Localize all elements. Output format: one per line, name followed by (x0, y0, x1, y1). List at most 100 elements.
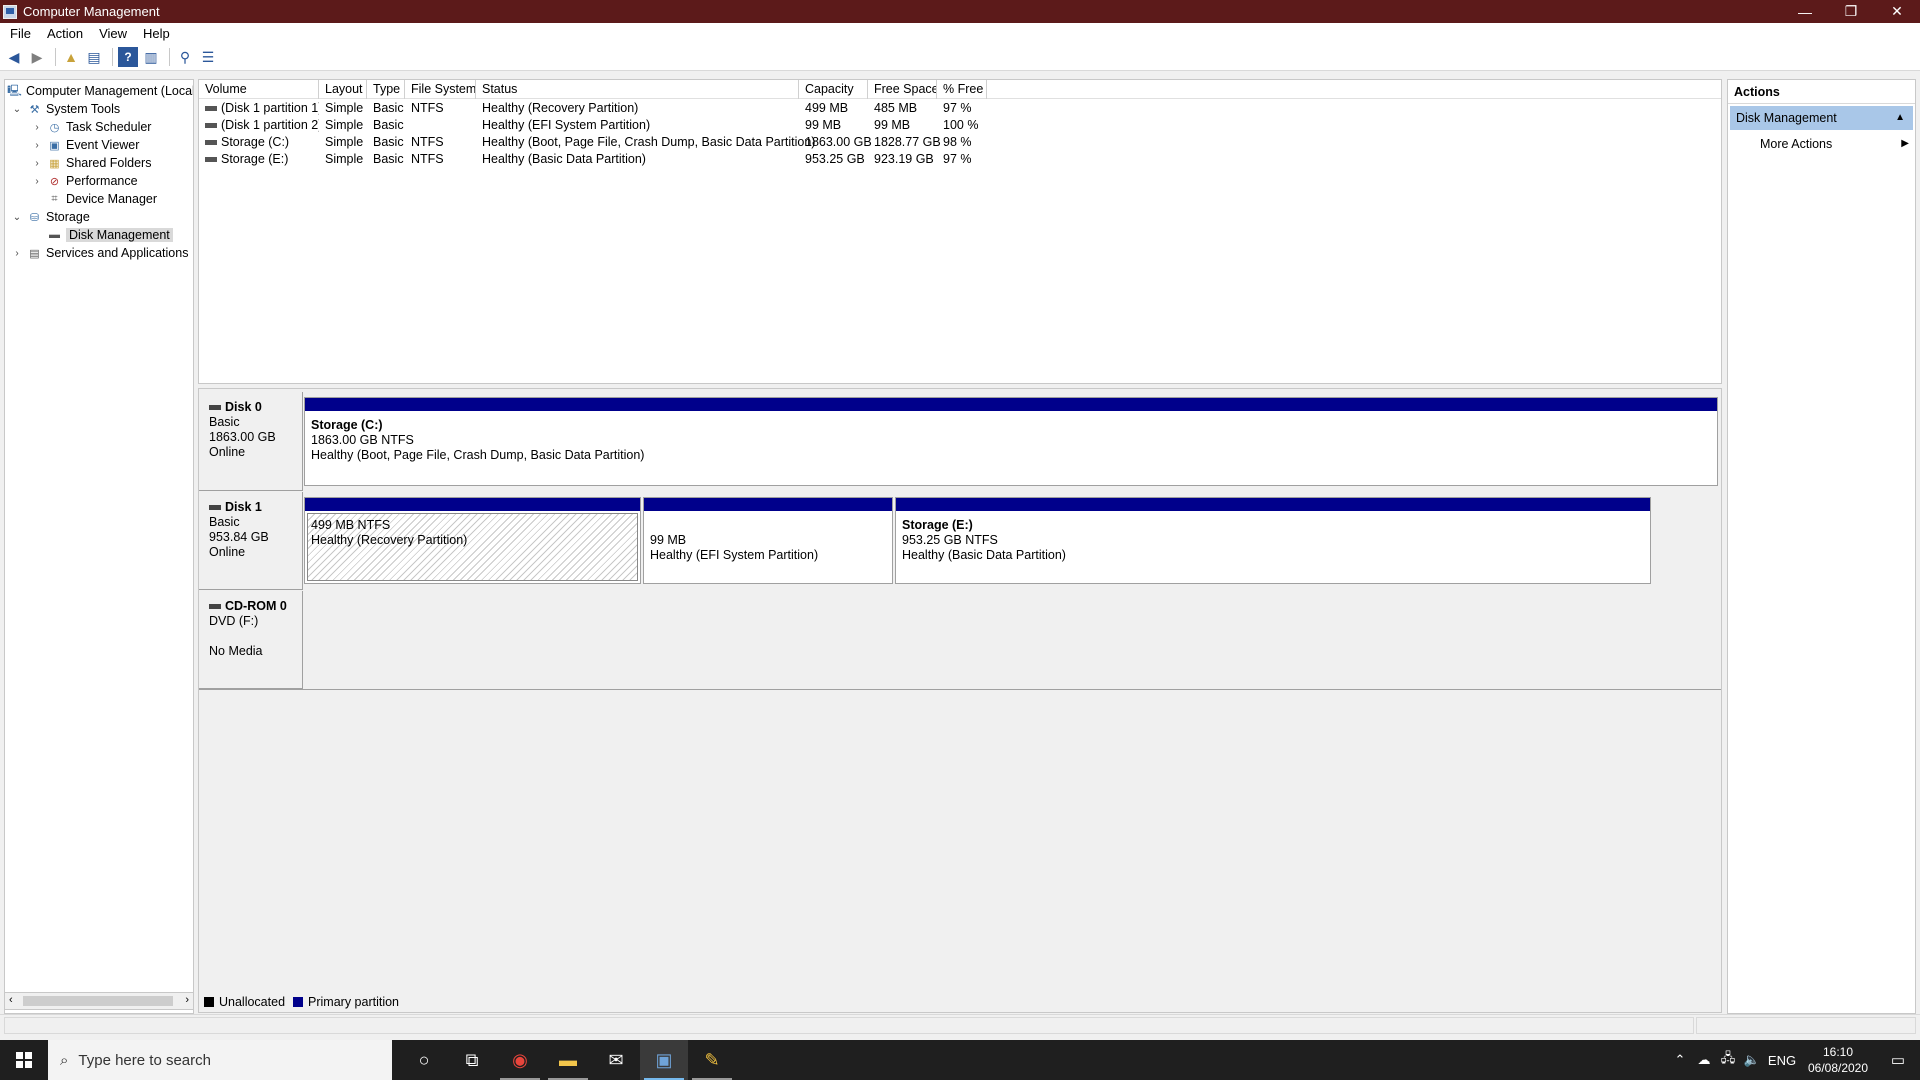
toolbar: ◀ ▶ ▲ ▤ ? ▥ ⚲ ☰ (0, 44, 1920, 71)
paint-taskbar-icon[interactable]: ✎ (688, 1040, 736, 1080)
expand-chevron-icon[interactable]: › (31, 122, 43, 133)
scroll-thumb[interactable] (23, 996, 173, 1006)
disk-0-label[interactable]: Disk 0 Basic 1863.00 GB Online (199, 392, 303, 491)
disk-name: Disk 1 (225, 500, 262, 514)
disk-name: Disk 0 (225, 400, 262, 414)
column-header-layout[interactable]: Layout (319, 80, 367, 99)
table-row[interactable]: Storage (C:) Simple Basic NTFS Healthy (… (199, 134, 1721, 151)
close-button[interactable]: ✕ (1874, 0, 1920, 23)
column-header-percent-free[interactable]: % Free (937, 80, 987, 99)
computer-management-taskbar-icon[interactable]: ▣ (640, 1040, 688, 1080)
onedrive-cloud-icon[interactable]: ☁ (1692, 1052, 1716, 1068)
collapse-chevron-icon[interactable]: ⌄ (11, 212, 23, 223)
partition-storage-e[interactable]: Storage (E:) 953.25 GB NTFS Healthy (Bas… (895, 497, 1651, 584)
cortana-button[interactable]: ○ (400, 1040, 448, 1080)
tree-item-device-manager[interactable]: ⌗ Device Manager (47, 190, 157, 208)
notification-center-icon[interactable]: ▭ (1876, 1051, 1920, 1069)
search-icon: ⌕ (60, 1051, 69, 1069)
column-header-free-space[interactable]: Free Space (868, 80, 937, 99)
volume-icon[interactable]: 🔈 (1740, 1052, 1764, 1068)
scroll-right-icon[interactable]: › (185, 994, 189, 1006)
table-row[interactable]: (Disk 1 partition 2) Simple Basic Health… (199, 117, 1721, 134)
forward-arrow-icon[interactable]: ▶ (27, 47, 47, 67)
actions-section-disk-management[interactable]: Disk Management ▲ (1730, 106, 1913, 130)
disk-icon (209, 505, 221, 510)
collapse-chevron-icon[interactable]: ⌄ (11, 104, 23, 115)
connect-icon[interactable]: ⚲ (175, 47, 195, 67)
cell-volume: Storage (E:) (199, 151, 319, 168)
tree-item-event-viewer[interactable]: › ▣ Event Viewer (31, 136, 139, 154)
taskbar-search-box[interactable]: ⌕ Type here to search (48, 1040, 392, 1080)
title-bar: Computer Management — ❐ ✕ (0, 0, 1920, 23)
tree-horizontal-scrollbar[interactable]: ‹ › (4, 992, 194, 1010)
tree-item-storage[interactable]: ⌄ ⛁ Storage (11, 208, 90, 226)
partition-recovery[interactable]: 499 MB NTFS Healthy (Recovery Partition) (304, 497, 641, 584)
tree-item-performance[interactable]: › ⊘ Performance (31, 172, 137, 190)
scroll-left-icon[interactable]: ‹ (9, 994, 13, 1006)
partition-status: Healthy (Recovery Partition) (311, 533, 468, 547)
show-hide-action-pane-icon[interactable]: ▥ (141, 47, 161, 67)
input-language[interactable]: ENG (1764, 1053, 1800, 1068)
partition-storage-c[interactable]: Storage (C:) 1863.00 GB NTFS Healthy (Bo… (304, 397, 1718, 486)
network-icon[interactable]: 🖧 (1716, 1049, 1740, 1071)
menu-action[interactable]: Action (39, 26, 91, 41)
start-button[interactable] (0, 1040, 48, 1080)
cell-status: Healthy (Basic Data Partition) (482, 152, 646, 166)
partition-efi[interactable]: 99 MB Healthy (EFI System Partition) (643, 497, 893, 584)
partition-size: 99 MB (650, 533, 687, 547)
show-hide-tree-icon[interactable]: ▤ (84, 47, 104, 67)
up-folder-icon[interactable]: ▲ (61, 47, 81, 67)
partition-status: Healthy (EFI System Partition) (650, 548, 819, 562)
device-manager-icon: ⌗ (51, 192, 58, 205)
help-icon[interactable]: ? (118, 47, 138, 67)
expand-chevron-icon[interactable]: › (31, 176, 43, 187)
disk-name: CD-ROM 0 (225, 599, 287, 613)
back-arrow-icon[interactable]: ◀ (4, 47, 24, 67)
column-header-file-system[interactable]: File System (405, 80, 476, 99)
tree-item-disk-management[interactable]: ▬ Disk Management (47, 226, 173, 244)
cell-capacity: 499 MB (805, 101, 849, 115)
cell-file-system: NTFS (411, 152, 444, 166)
chrome-taskbar-icon[interactable]: ◉ (496, 1040, 544, 1080)
cell-capacity: 99 MB (805, 118, 842, 132)
more-actions[interactable]: More Actions ▶ (1728, 132, 1915, 156)
table-row[interactable]: Storage (E:) Simple Basic NTFS Healthy (… (199, 151, 1721, 168)
tree-item-system-tools[interactable]: ⌄ ⚒ System Tools (11, 100, 120, 118)
disk-management-icon: ▬ (49, 229, 60, 241)
task-view-button[interactable]: ⧉ (448, 1040, 496, 1080)
cdrom-0-label[interactable]: CD-ROM 0 DVD (F:) No Media (199, 591, 303, 689)
tree-item-task-scheduler[interactable]: › ◷ Task Scheduler (31, 118, 151, 136)
show-hidden-icons-icon[interactable]: ⌃ (1668, 1052, 1692, 1068)
menu-help[interactable]: Help (135, 26, 178, 41)
column-header-status[interactable]: Status (476, 80, 799, 99)
restore-button[interactable]: ❐ (1828, 0, 1874, 23)
actions-pane: Actions Disk Management ▲ More Actions ▶ (1727, 79, 1916, 1014)
legend-unallocated: Unallocated (204, 995, 285, 1009)
mail-taskbar-icon[interactable]: ✉ (592, 1040, 640, 1080)
tree-item-services-and-applications[interactable]: › ▤ Services and Applications (11, 244, 188, 262)
expand-chevron-icon[interactable]: › (31, 140, 43, 151)
primary-partition-bar (644, 498, 892, 511)
properties-icon[interactable]: ☰ (198, 47, 218, 67)
cell-file-system (405, 117, 411, 134)
collapse-up-icon[interactable]: ▲ (1895, 106, 1905, 130)
unallocated-swatch (204, 996, 214, 1007)
tree-item-shared-folders[interactable]: › ▦ Shared Folders (31, 154, 151, 172)
expand-chevron-icon[interactable]: › (31, 158, 43, 169)
menu-file[interactable]: File (2, 26, 39, 41)
partition-name: Storage (C:) (311, 418, 383, 432)
menu-view[interactable]: View (91, 26, 135, 41)
table-row[interactable]: (Disk 1 partition 1) Simple Basic NTFS H… (199, 100, 1721, 117)
cell-free-space: 99 MB (874, 118, 911, 132)
clock[interactable]: 16:10 06/08/2020 (1800, 1044, 1876, 1076)
column-header-type[interactable]: Type (367, 80, 405, 99)
cell-status: Healthy (Recovery Partition) (482, 101, 639, 115)
tree-item-computer-management[interactable]: 🖳 Computer Management (Local (7, 82, 193, 100)
disk-1-label[interactable]: Disk 1 Basic 953.84 GB Online (199, 492, 303, 590)
column-header-capacity[interactable]: Capacity (799, 80, 868, 99)
column-header-volume[interactable]: Volume (199, 80, 319, 99)
windows-logo-icon (16, 1052, 32, 1068)
minimize-button[interactable]: — (1782, 0, 1828, 23)
expand-chevron-icon[interactable]: › (11, 248, 23, 259)
file-explorer-taskbar-icon[interactable]: ▬ (544, 1040, 592, 1080)
